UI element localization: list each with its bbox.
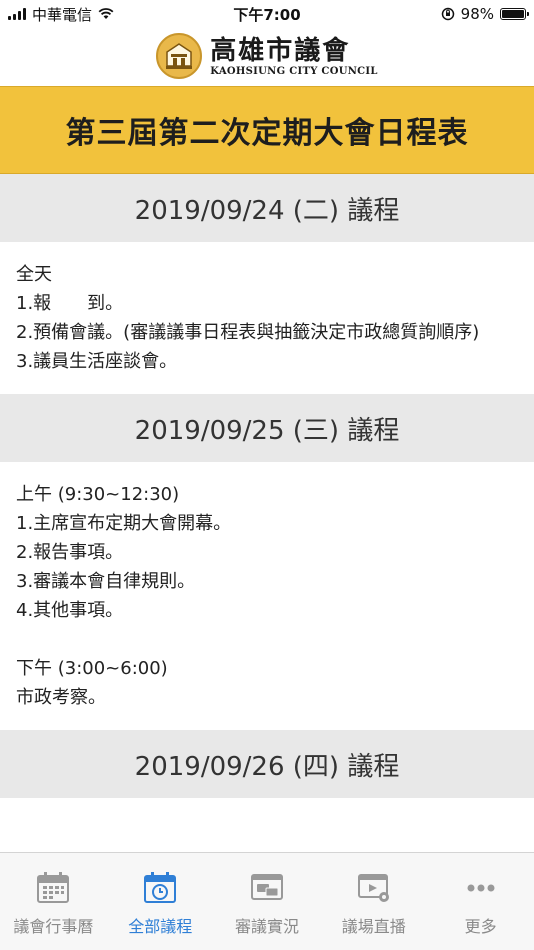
- logo-english-name: KAOHSIUNG CITY COUNCIL: [210, 65, 378, 77]
- page-title: 第三屆第二次定期大會日程表: [65, 116, 469, 151]
- council-emblem-icon: [156, 33, 203, 79]
- schedule-clock-icon: [144, 872, 177, 903]
- agenda-line: 3.議員生活座談會。: [16, 351, 178, 372]
- app-header: 高雄市議會 KAOHSIUNG CITY COUNCIL: [0, 28, 534, 84]
- battery-percent: 98%: [460, 5, 494, 23]
- signal-strength-icon: [8, 8, 26, 20]
- tab-review-live[interactable]: 審議實況: [214, 853, 321, 950]
- tab-calendar[interactable]: 議會行事曆: [0, 853, 107, 950]
- logo-chinese-name: 高雄市議會: [210, 35, 351, 66]
- wifi-icon: [98, 8, 114, 19]
- schedule-list[interactable]: 2019/09/24 (二) 議程 全天 1.報 到。 2.預備會議。(審議議事…: [0, 174, 534, 798]
- status-right: 98%: [441, 5, 534, 23]
- agenda-line: 1.報 到。: [16, 293, 124, 314]
- tab-label: 議場直播: [341, 917, 406, 936]
- agenda-line: 上午 (9:30~12:30): [16, 484, 180, 505]
- agenda-line: 2.預備會議。(審議議事日程表與抽籤決定市政總質詢順序): [16, 322, 480, 343]
- day-agenda: 全天 1.報 到。 2.預備會議。(審議議事日程表與抽籤決定市政總質詢順序) 3…: [0, 242, 534, 394]
- tab-all-agenda[interactable]: 全部議程: [107, 853, 214, 950]
- title-banner: 第三屆第二次定期大會日程表: [0, 86, 534, 174]
- status-bar: 中華電信 下午7:00 98%: [0, 0, 534, 28]
- agenda-line: 全天: [16, 264, 52, 285]
- battery-icon: [500, 8, 529, 20]
- agenda-line: 市政考察。: [16, 687, 106, 708]
- agenda-line: 下午 (3:00~6:00): [16, 658, 168, 679]
- agenda-line: 4.其他事項。: [16, 600, 124, 621]
- agenda-line: 1.主席宣布定期大會開幕。: [16, 513, 232, 534]
- status-left: 中華電信: [0, 4, 114, 25]
- calendar-icon: [37, 872, 70, 903]
- tab-label: 更多: [464, 917, 497, 936]
- orientation-lock-icon: [441, 7, 454, 21]
- council-logo: 高雄市議會 KAOHSIUNG CITY COUNCIL: [156, 33, 377, 79]
- day-header: 2019/09/25 (三) 議程: [0, 394, 534, 462]
- day-header: 2019/09/26 (四) 議程: [0, 730, 534, 798]
- live-video-icon: [357, 874, 389, 902]
- agenda-line: 3.審議本會自律規則。: [16, 571, 196, 592]
- more-dots-icon: [467, 884, 495, 892]
- tab-label: 全部議程: [128, 917, 193, 936]
- day-header: 2019/09/24 (二) 議程: [0, 174, 534, 242]
- tab-label: 議會行事曆: [13, 917, 94, 936]
- tab-more[interactable]: 更多: [427, 853, 534, 950]
- day-agenda: 上午 (9:30~12:30) 1.主席宣布定期大會開幕。 2.報告事項。 3.…: [0, 462, 534, 730]
- chat-screen-icon: [250, 874, 283, 900]
- tab-label: 審議實況: [234, 917, 299, 936]
- tab-live-broadcast[interactable]: 議場直播: [320, 853, 427, 950]
- bottom-tab-bar: 議會行事曆 全部議程 審議實況 議場直播 更多: [0, 852, 534, 950]
- agenda-line: 2.報告事項。: [16, 542, 124, 563]
- carrier-name: 中華電信: [32, 5, 93, 24]
